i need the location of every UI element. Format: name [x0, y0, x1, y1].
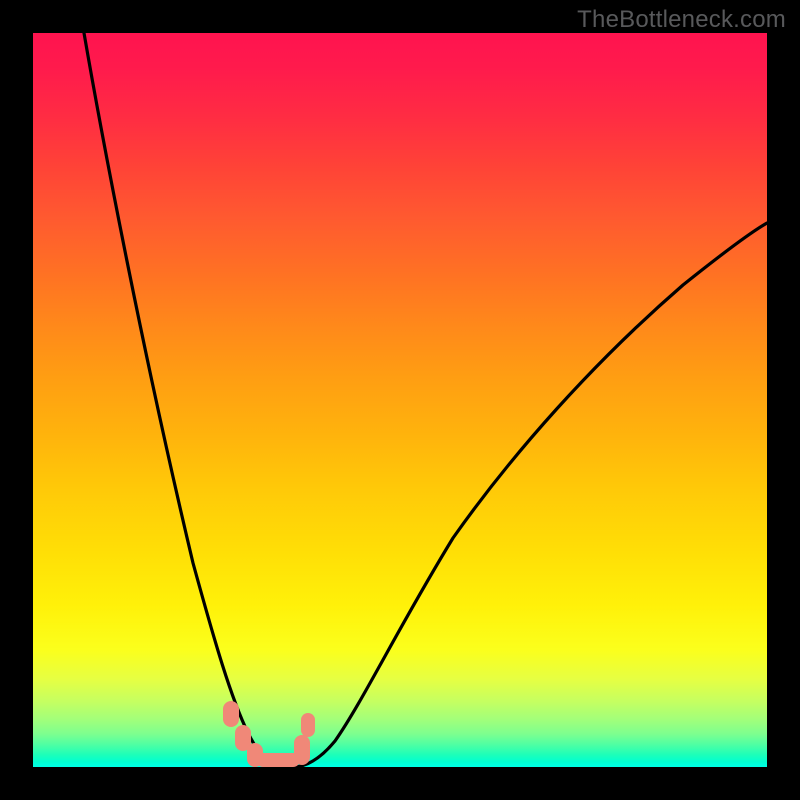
curve-path — [84, 33, 767, 767]
plot-area — [33, 33, 767, 767]
marker-dot — [301, 713, 315, 737]
minimum-marker-group — [223, 701, 315, 767]
bottleneck-curve — [33, 33, 767, 767]
marker-bar — [256, 753, 300, 767]
watermark-text: TheBottleneck.com — [577, 6, 786, 34]
marker-dot — [294, 735, 310, 765]
marker-dot — [223, 701, 239, 727]
outer-frame: TheBottleneck.com — [0, 0, 800, 800]
